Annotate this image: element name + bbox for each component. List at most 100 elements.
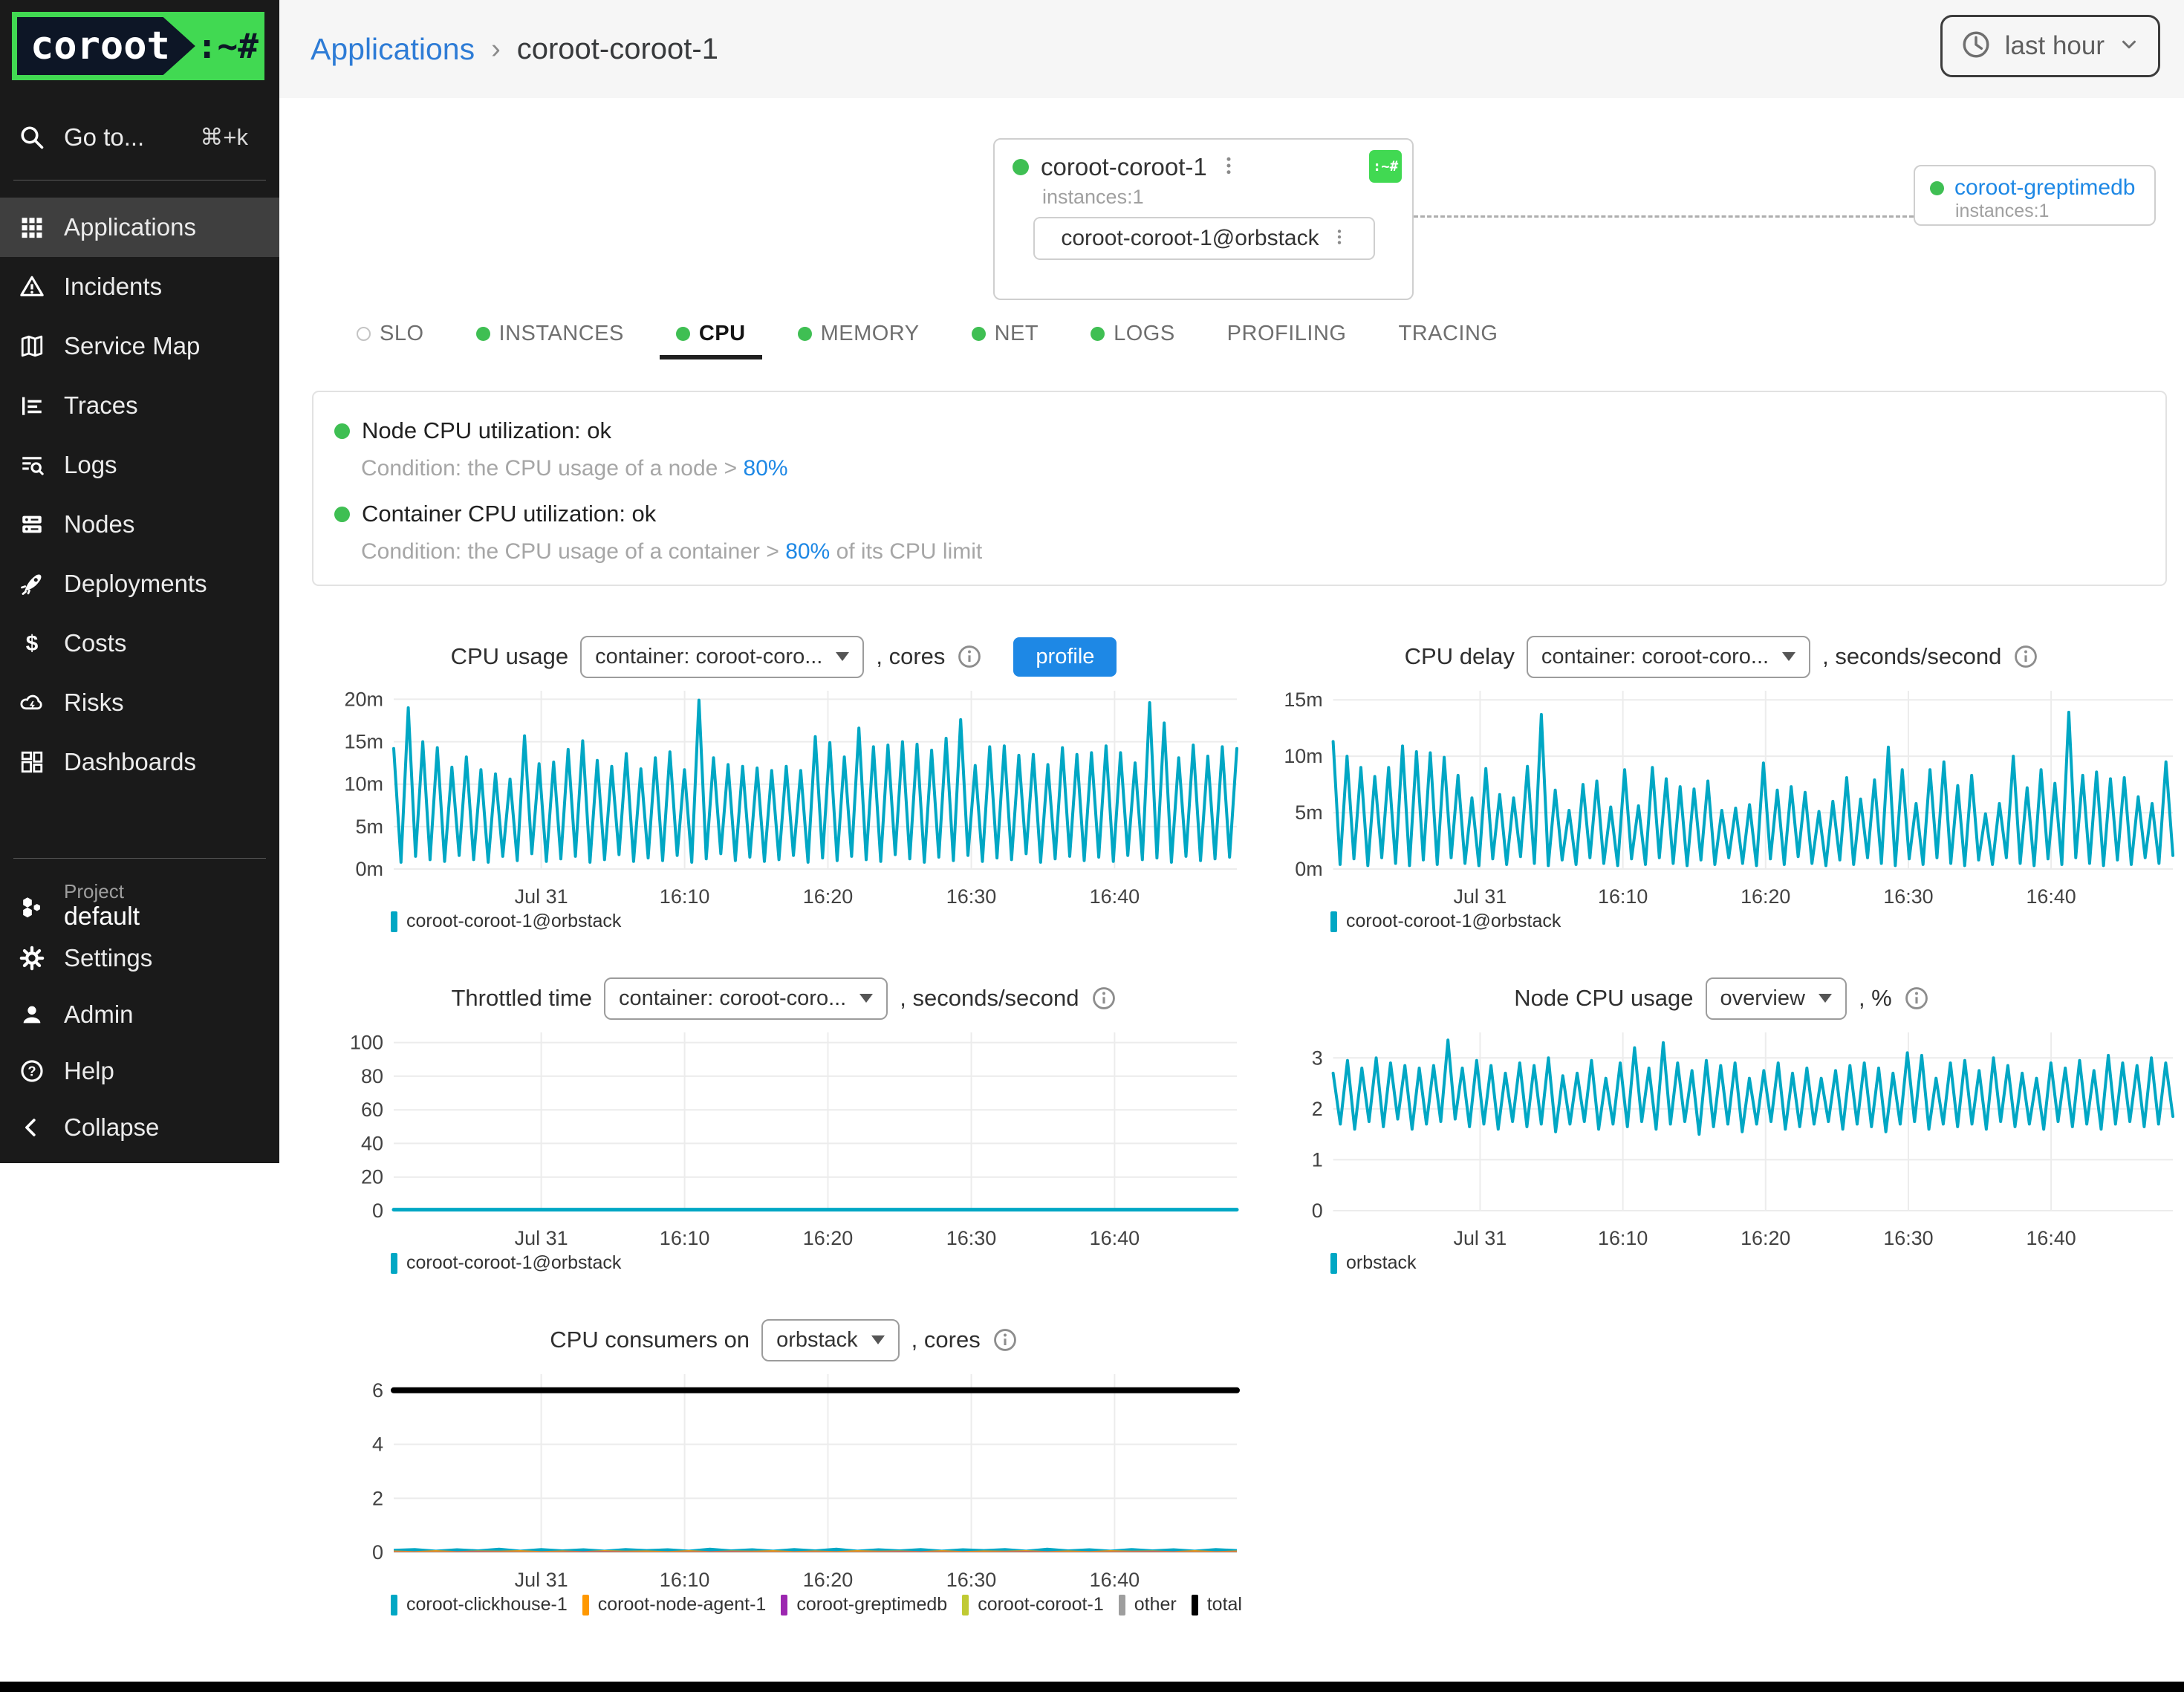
sidebar-item-service-map[interactable]: Service Map [0,316,279,376]
svg-text:16:40: 16:40 [2026,1227,2076,1249]
legend-item[interactable]: coroot-greptimedb [781,1594,947,1615]
chart-canvas-cpu-consumers[interactable]: 0246Jul 3116:1016:2016:3016:40 [319,1364,1248,1594]
sidebar-item-logs[interactable]: Logs [0,435,279,495]
tab-memory[interactable]: MEMORY [781,312,936,359]
tab-label: CPU [699,322,746,346]
chart-canvas-cpu-usage[interactable]: 0m5m10m15m20mJul 3116:1016:2016:3016:40 [319,680,1248,911]
tab-net[interactable]: NET [955,312,1056,359]
info-icon[interactable] [1904,986,1929,1011]
status-dot [334,507,350,522]
legend-item[interactable]: orbstack [1330,1252,1416,1274]
app-name: coroot-coroot-1 [1041,153,1207,181]
caret-down-icon [871,1335,885,1344]
sidebar-item-incidents[interactable]: Incidents [0,257,279,316]
tab-label: NET [995,322,1039,346]
tab-cpu[interactable]: CPU [660,312,762,359]
info-icon[interactable] [957,644,982,669]
rocket-icon [0,571,64,596]
warning-triangle-icon [0,274,64,299]
tab-instances[interactable]: INSTANCES [460,312,640,359]
time-range-picker[interactable]: last hour [1940,15,2160,77]
info-icon[interactable] [992,1327,1018,1353]
tab-tracing[interactable]: TRACING [1382,312,1514,359]
sidebar-item-collapse[interactable]: Collapse [0,1099,279,1156]
chart-canvas-throttled-time[interactable]: 020406080100Jul 3116:1016:2016:3016:40 [319,1022,1248,1252]
series-selector-dropdown[interactable]: overview [1706,977,1847,1020]
svg-text:16:20: 16:20 [803,1569,854,1591]
chart-canvas-cpu-delay[interactable]: 0m5m10m15mJul 3116:1016:2016:3016:40 [1259,680,2184,911]
sidebar-item-help[interactable]: ? Help [0,1043,279,1099]
legend-swatch [781,1595,787,1615]
tab-label: TRACING [1398,322,1498,346]
svg-text:16:40: 16:40 [1090,1227,1140,1249]
svg-text:16:30: 16:30 [1883,1227,1933,1249]
chevron-left-icon [0,1115,64,1140]
instance-coroot-coroot-1-orbstack[interactable]: coroot-coroot-1@orbstack [1033,217,1375,260]
logs-icon [0,452,64,478]
threshold-link[interactable]: 80% [785,539,830,564]
sidebar-item-label: Nodes [64,510,134,538]
status-dot [334,423,350,439]
sidebar-item-risks[interactable]: Risks [0,673,279,732]
svg-text:16:40: 16:40 [1090,1569,1140,1591]
legend-item[interactable]: coroot-coroot-1@orbstack [391,911,621,932]
legend-item[interactable]: coroot-clickhouse-1 [391,1594,568,1615]
legend-item[interactable]: other [1119,1594,1177,1615]
sidebar-item-costs[interactable]: $ Costs [0,614,279,673]
sidebar-item-label: Dashboards [64,748,196,776]
coroot-logo[interactable]: coroot :~# [12,12,264,80]
series-selector-dropdown[interactable]: container: coroot-coro... [1527,636,1810,678]
sidebar-item-traces[interactable]: Traces [0,376,279,435]
selector-value: container: coroot-coro... [595,645,822,669]
legend-item[interactable]: total [1192,1594,1242,1615]
legend-item[interactable]: coroot-coroot-1 [962,1594,1104,1615]
tab-label: INSTANCES [499,322,624,346]
app-link[interactable]: coroot-greptimedb [1954,175,2135,201]
info-icon[interactable] [2013,644,2038,669]
sidebar-item-admin[interactable]: Admin [0,986,279,1043]
sidebar-item-dashboards[interactable]: Dashboards [0,732,279,792]
cpu-consumers-chart: CPU consumers on orbstack , cores 0246Ju… [319,1316,1248,1615]
svg-text:2: 2 [1312,1098,1323,1120]
sidebar-item-label: Traces [64,391,138,420]
svg-text:16:20: 16:20 [1741,1227,1790,1249]
tab-slo[interactable]: SLO [340,312,441,359]
selector-value: overview [1720,986,1805,1011]
status-dot-green [476,327,490,341]
goto-search[interactable]: Go to... ⌘+k [0,111,279,163]
tab-logs[interactable]: LOGS [1074,312,1192,359]
caret-down-icon [1782,652,1795,661]
legend-item[interactable]: coroot-coroot-1@orbstack [391,1252,621,1274]
threshold-link[interactable]: 80% [744,456,788,481]
sidebar-item-nodes[interactable]: Nodes [0,495,279,554]
legend-item[interactable]: coroot-node-agent-1 [582,1594,767,1615]
cpu-checks-panel: Node CPU utilization: ok Condition: the … [312,391,2167,586]
chart-title: CPU consumers on [550,1327,750,1353]
svg-text:Jul 31: Jul 31 [1454,1227,1507,1249]
traces-icon [0,393,64,418]
profile-button[interactable]: profile [1013,637,1117,677]
svg-text:20m: 20m [344,688,383,710]
sidebar-item-label: Costs [64,629,126,657]
sidebar-item-applications[interactable]: Applications [0,198,279,257]
kebab-menu-icon[interactable] [1331,227,1348,250]
node-selector-dropdown[interactable]: orbstack [761,1319,900,1361]
svg-text:40: 40 [361,1132,383,1154]
kebab-menu-icon[interactable] [1219,154,1238,180]
series-selector-dropdown[interactable]: container: coroot-coro... [580,636,864,678]
logo-prompt: :~# [195,17,266,75]
top-bar: Applications › coroot-coroot-1 last hour [279,0,2184,98]
app-card-coroot-greptimedb[interactable]: coroot-greptimedb instances:1 [1914,165,2156,226]
breadcrumb-applications-link[interactable]: Applications [311,32,475,67]
legend-item[interactable]: coroot-coroot-1@orbstack [1330,911,1561,932]
series-selector-dropdown[interactable]: container: coroot-coro... [604,977,888,1020]
sidebar-item-settings[interactable]: Settings [0,930,279,986]
app-card-coroot-coroot-1[interactable]: coroot-coroot-1 :~# instances:1 coroot-c… [993,138,1414,300]
coroot-badge: :~# [1369,150,1402,183]
person-icon [0,1002,64,1027]
chart-canvas-node-cpu[interactable]: 0123Jul 3116:1016:2016:3016:40 [1259,1022,2184,1252]
info-icon[interactable] [1091,986,1117,1011]
tab-profiling[interactable]: PROFILING [1211,312,1363,359]
svg-text:0m: 0m [1295,858,1322,880]
sidebar-item-deployments[interactable]: Deployments [0,554,279,614]
